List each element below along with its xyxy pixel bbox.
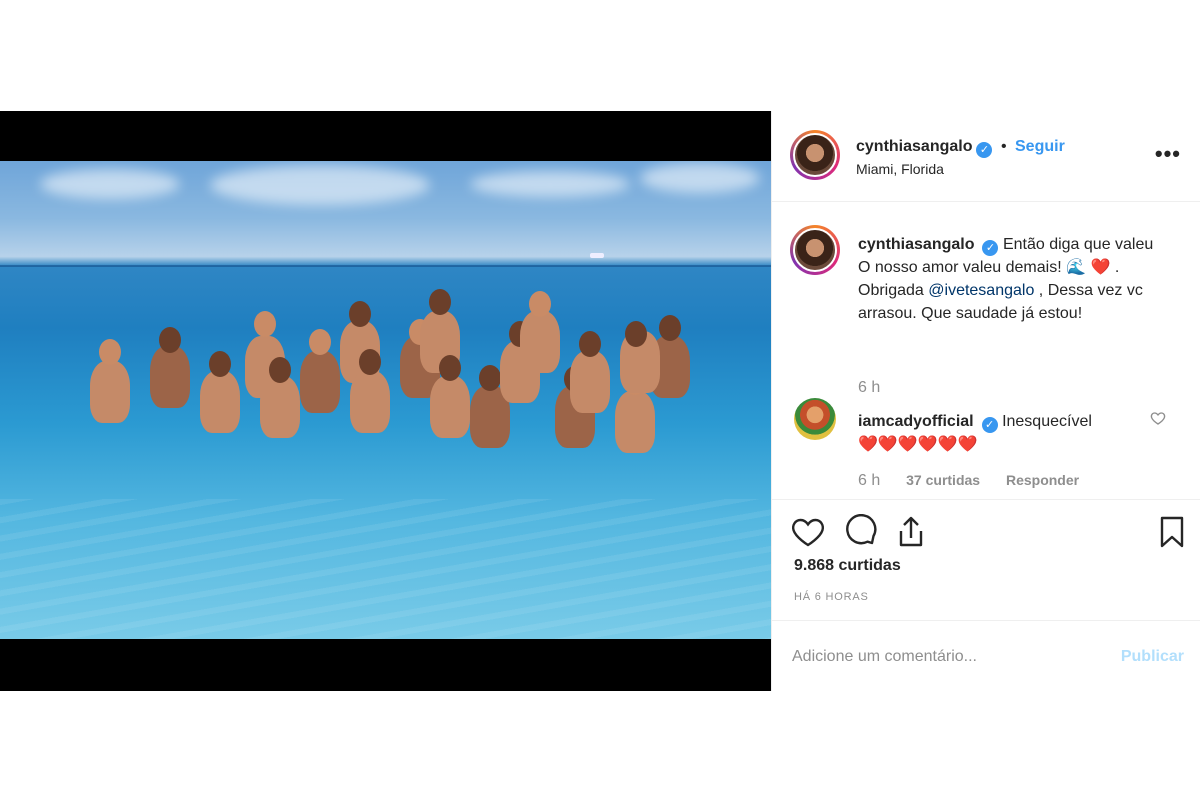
author-username[interactable]: cynthiasangalo <box>856 138 972 155</box>
beach-group-photo[interactable] <box>0 161 771 639</box>
post-header: cynthiasangalo ✓ • Seguir Miami, Florida … <box>772 111 1200 202</box>
caption-line1: Então diga que valeu <box>1002 236 1154 253</box>
add-comment-bar: Publicar <box>772 620 1200 692</box>
comment-icon[interactable] <box>842 514 878 550</box>
post-timestamp[interactable]: HÁ 6 HORAS <box>794 591 869 603</box>
comment-input[interactable] <box>792 643 1092 671</box>
bookmark-icon[interactable] <box>1154 514 1190 550</box>
separator-dot: • <box>1000 138 1007 155</box>
caption-username[interactable]: cynthiasangalo <box>858 236 974 253</box>
caption-time[interactable]: 6 h <box>858 379 880 396</box>
caption-line3: Obrigada <box>858 282 929 299</box>
reply-meta: 6 h 37 curtidas Responder <box>858 472 1101 490</box>
reply-hearts: ❤️❤️❤️❤️❤️❤️ <box>858 436 978 453</box>
location-link[interactable]: Miami, Florida <box>856 161 944 177</box>
comments-section: cynthiasangalo ✓ Então diga que valeu O n… <box>772 203 1200 498</box>
author-avatar[interactable] <box>790 130 840 180</box>
heart-emoji-icon: ❤️ <box>1090 259 1111 276</box>
post-actions: 9.868 curtidas HÁ 6 HORAS Publicar <box>772 499 1200 691</box>
follow-button[interactable]: Seguir <box>1015 138 1065 155</box>
share-icon[interactable] <box>893 514 929 550</box>
reply-message: Inesquecível <box>1002 413 1092 430</box>
caption-text: cynthiasangalo ✓ Então diga que valeu O n… <box>858 233 1168 325</box>
post-media[interactable] <box>0 111 771 691</box>
caption-meta: 6 h <box>858 379 902 397</box>
instagram-post: cynthiasangalo ✓ • Seguir Miami, Florida … <box>0 111 1200 691</box>
caption-line2-end: . <box>1110 259 1120 276</box>
like-comment-heart-icon[interactable] <box>1150 410 1166 426</box>
verified-badge-icon: ✓ <box>976 142 993 158</box>
verified-badge-icon: ✓ <box>982 240 999 256</box>
reply-author-avatar[interactable] <box>794 398 836 440</box>
reply-username[interactable]: iamcadyofficial <box>858 413 974 430</box>
reply-time[interactable]: 6 h <box>858 472 880 489</box>
heart-icon[interactable] <box>790 514 826 550</box>
mention-link[interactable]: @ivetesangalo <box>928 282 1034 299</box>
author-name-line: cynthiasangalo ✓ • Seguir <box>856 138 1065 158</box>
caption-author-avatar[interactable] <box>790 225 840 275</box>
reply-likes[interactable]: 37 curtidas <box>906 472 980 488</box>
caption-line2: O nosso amor valeu demais! <box>858 259 1067 276</box>
likes-count[interactable]: 9.868 curtidas <box>794 557 901 575</box>
post-side-panel: cynthiasangalo ✓ • Seguir Miami, Florida … <box>771 111 1200 691</box>
reply-button[interactable]: Responder <box>1006 472 1079 488</box>
more-options-icon[interactable]: ••• <box>1155 141 1181 167</box>
verified-badge-icon: ✓ <box>981 417 998 433</box>
wave-emoji-icon: 🌊 <box>1066 259 1087 276</box>
reply-text: iamcadyofficial ✓ Inesquecível ❤️❤️❤️❤️❤️… <box>858 410 1168 456</box>
publish-button[interactable]: Publicar <box>1121 648 1184 666</box>
